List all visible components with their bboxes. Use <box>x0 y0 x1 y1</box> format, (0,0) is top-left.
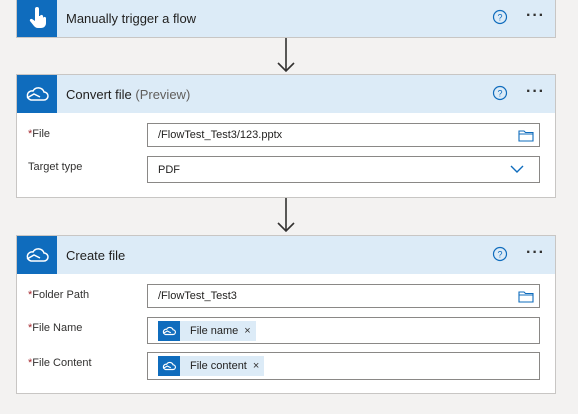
trigger-card[interactable]: Manually trigger a flow ? ··· <box>16 0 556 38</box>
create-file-header[interactable]: Create file ? ··· <box>17 236 555 274</box>
file-label: *File <box>28 128 50 140</box>
token-connector-icon <box>158 320 180 341</box>
file-content-input[interactable]: File content × <box>147 352 540 380</box>
file-name-token-label: File name <box>190 324 239 337</box>
convert-file-card[interactable]: Convert file (Preview) ? ··· *File /Flow… <box>16 74 556 198</box>
file-name-token[interactable]: File name × <box>158 320 256 341</box>
svg-text:?: ? <box>497 13 502 23</box>
file-label-text: File <box>32 128 51 140</box>
svg-text:?: ? <box>497 89 502 99</box>
target-type-value: PDF <box>158 163 180 176</box>
token-connector-icon <box>158 356 180 376</box>
help-icon[interactable]: ? <box>492 85 508 101</box>
create-file-title: Create file <box>66 247 126 263</box>
help-icon[interactable]: ? <box>492 9 508 25</box>
remove-token-icon[interactable]: × <box>244 325 250 337</box>
convert-file-header[interactable]: Convert file (Preview) ? ··· <box>17 75 555 113</box>
arrow-down-icon <box>277 38 295 73</box>
hand-tap-icon <box>29 7 46 28</box>
file-name-input[interactable]: File name × <box>147 317 540 344</box>
more-options-icon[interactable]: ··· <box>526 84 545 100</box>
chevron-down-icon[interactable] <box>510 165 524 174</box>
folder-path-label-text: Folder Path <box>32 289 90 301</box>
more-options-icon[interactable]: ··· <box>526 245 545 261</box>
create-file-card[interactable]: Create file ? ··· *Folder Path /FlowTest… <box>16 235 556 394</box>
onedrive-cloud-icon <box>162 361 176 371</box>
folder-path-label: *Folder Path <box>28 289 89 301</box>
trigger-icon-box <box>17 0 57 37</box>
file-content-token[interactable]: File content × <box>158 356 265 376</box>
file-name-label: *File Name <box>28 322 82 334</box>
onedrive-cloud-icon <box>26 248 49 262</box>
svg-text:?: ? <box>497 250 502 260</box>
folder-icon[interactable] <box>518 129 534 142</box>
folder-path-input[interactable]: /FlowTest_Test3 <box>147 284 540 308</box>
onedrive-cloud-icon <box>162 326 176 335</box>
more-options-icon[interactable]: ··· <box>526 8 545 24</box>
trigger-card-header[interactable]: Manually trigger a flow ? ··· <box>17 0 555 37</box>
target-type-select[interactable]: PDF <box>147 156 540 183</box>
folder-path-value: /FlowTest_Test3 <box>158 290 237 302</box>
file-content-token-label: File content <box>190 360 247 372</box>
arrow-down-icon <box>277 198 295 233</box>
file-content-label: *File Content <box>28 357 92 369</box>
remove-token-icon[interactable]: × <box>253 360 259 372</box>
preview-tag: (Preview) <box>135 86 191 102</box>
file-content-label-text: File Content <box>32 357 92 369</box>
folder-icon[interactable] <box>518 290 534 303</box>
file-value: /FlowTest_Test3/123.pptx <box>158 129 283 141</box>
create-icon-box <box>17 236 57 274</box>
file-input[interactable]: /FlowTest_Test3/123.pptx <box>147 123 540 147</box>
file-name-label-text: File Name <box>32 322 83 334</box>
help-icon[interactable]: ? <box>492 246 508 262</box>
target-type-label: Target type <box>28 161 83 173</box>
convert-file-title: Convert file (Preview) <box>66 87 190 102</box>
onedrive-cloud-icon <box>26 87 49 101</box>
convert-file-title-text: Convert file <box>66 86 132 102</box>
convert-icon-box <box>17 75 57 113</box>
trigger-title: Manually trigger a flow <box>66 10 197 26</box>
